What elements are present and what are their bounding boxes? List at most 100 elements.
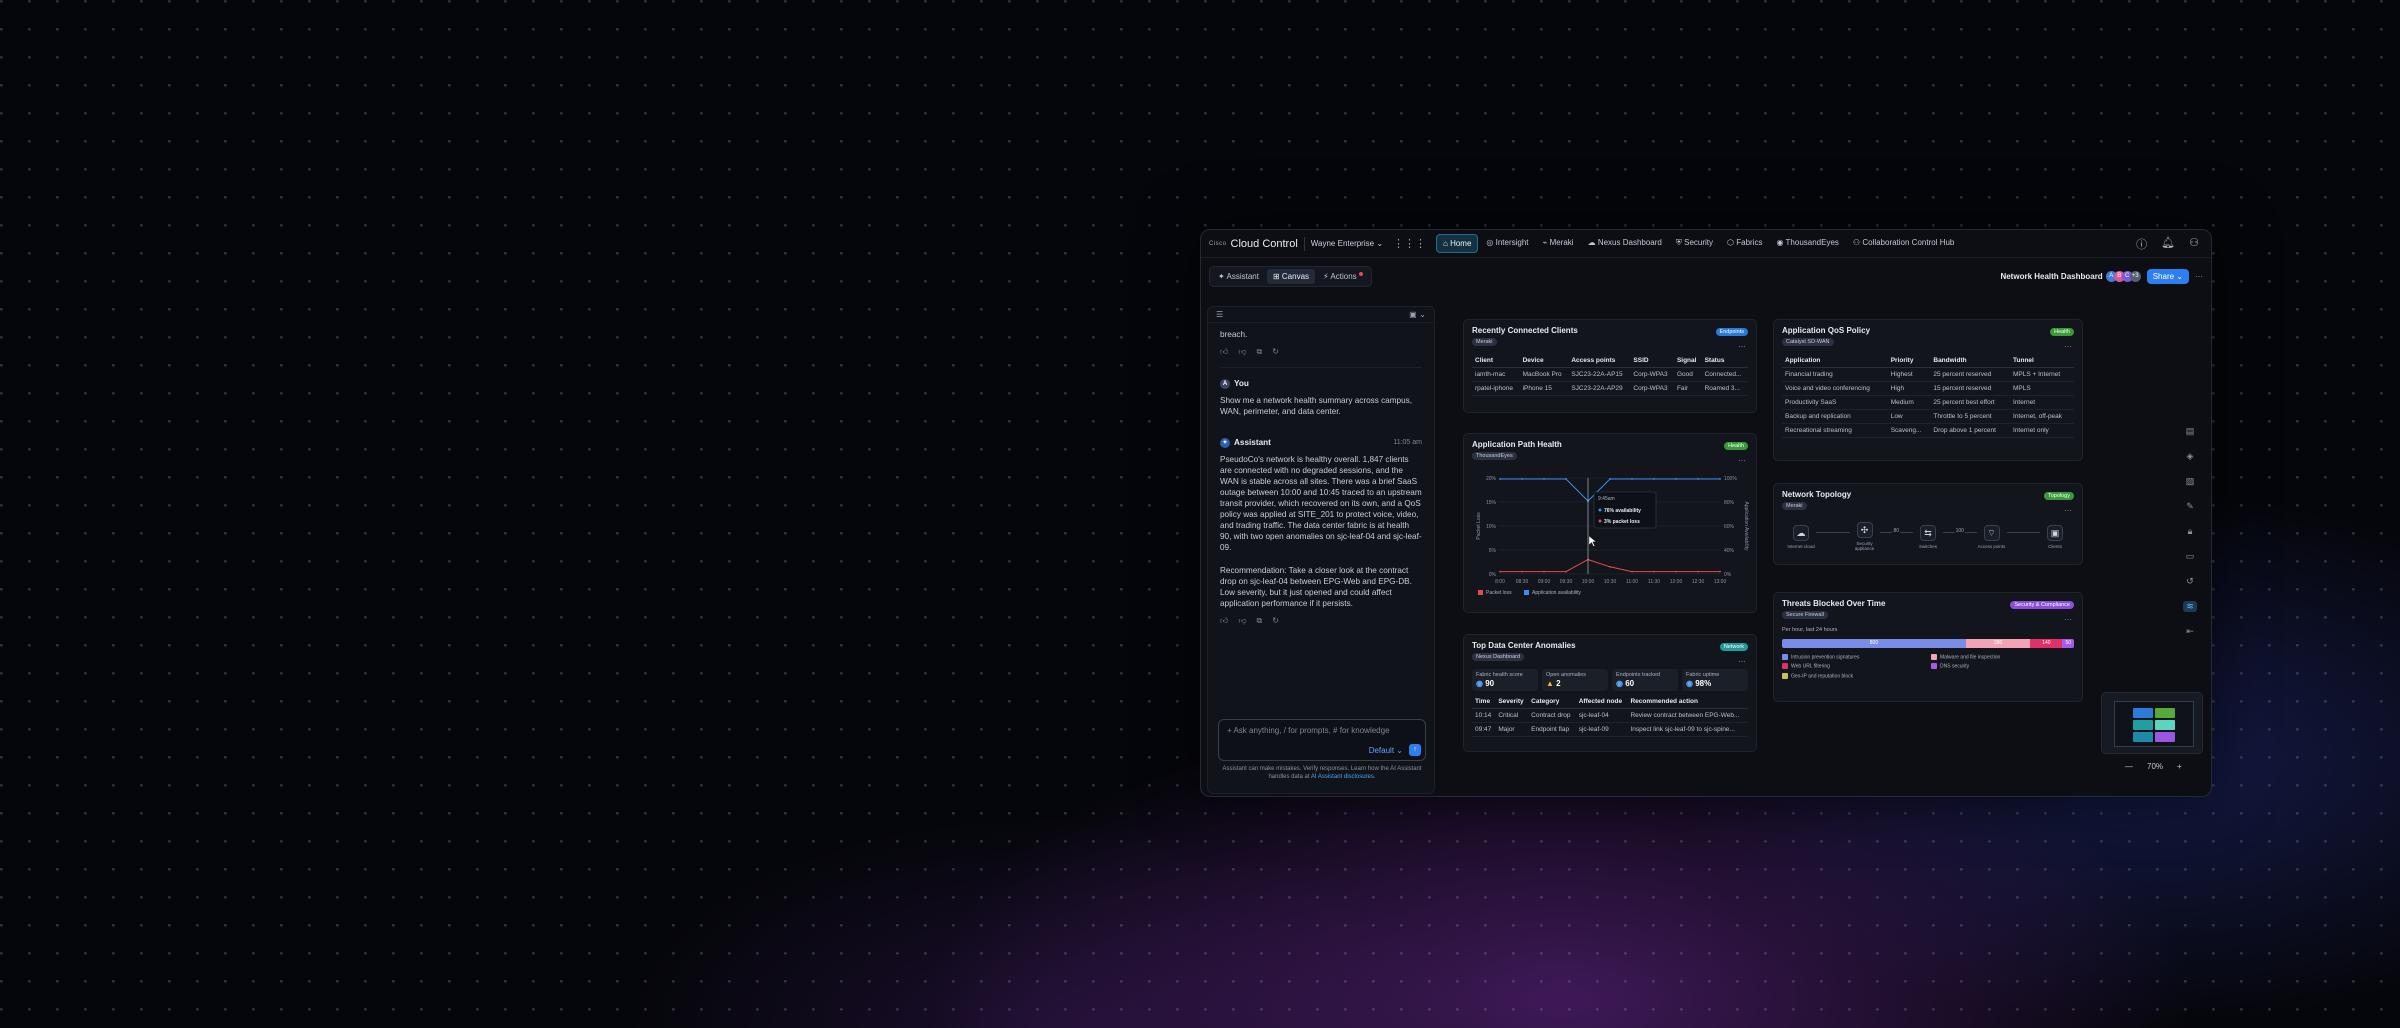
column-header[interactable]: Signal [1673,354,1702,368]
packet-loss-point[interactable] [1697,570,1699,573]
thumbs-down-icon[interactable]: 👎︎ [1238,615,1246,626]
topology-node[interactable]: ⌔ Access points [1977,524,2007,549]
topology-node[interactable]: ☁ Internet cloud [1786,524,1816,549]
table-row[interactable]: 09:47 Major Endpoint flap sjc-leaf-09 Inspec… [1472,722,1748,737]
mode-assistant[interactable]: ✦ Assistant [1212,269,1265,284]
copy-icon[interactable]: ⧉ [1257,346,1263,357]
tab-intersight[interactable]: ◎ Intersight [1480,234,1534,253]
packet-loss-point[interactable] [1543,570,1545,573]
more-options-icon[interactable]: ⋯ [2195,272,2203,281]
packet-loss-point[interactable] [1631,570,1633,573]
table-row[interactable]: iamth-mac MacBook Pro SJC23-22A-AP15 Corp-W… [1472,367,1748,382]
threat-segment[interactable]: 140 [2030,639,2063,648]
tab-collaboration-control-hub[interactable]: ⚇ Collaboration Control Hub [1847,234,1960,253]
packet-loss-point[interactable] [1719,570,1721,573]
column-header[interactable]: Access points [1568,354,1631,368]
topology-node[interactable]: ✣ Security appliance [1850,522,1880,551]
image-icon[interactable]: ▨ [2186,476,2195,487]
availability-point[interactable] [1653,478,1655,480]
collaborator-avatars[interactable]: A B C +3 [2105,270,2141,282]
pulse-icon[interactable]: ≋ [2183,601,2197,612]
threat-segment[interactable]: 280 [1965,639,2031,648]
menu-icon[interactable]: ☰ [1216,309,1223,320]
card-top-dc-anomalies[interactable]: Top Data Center Anomalies Nexus Dashboar… [1463,634,1757,752]
tab-thousandeyes[interactable]: ◉ ThousandEyes [1770,234,1844,253]
tab-fabrics[interactable]: ⬡ Fabrics [1721,234,1768,253]
collapse-icon[interactable]: ⇤ [2186,626,2194,637]
column-header[interactable]: Bandwidth [1930,354,2011,368]
packet-loss-point[interactable] [1565,570,1567,573]
packet-loss-point[interactable] [1675,570,1677,573]
column-header[interactable]: Time [1472,695,1496,709]
lock-icon[interactable]: 🔒︎ [2188,526,2193,537]
topology-node[interactable]: ⇆ Switches [1913,524,1943,549]
availability-point[interactable] [1609,478,1611,480]
packet-loss-point[interactable] [1609,565,1611,568]
history-icon[interactable]: ↺ [2186,576,2194,587]
card-application-qos-policy[interactable]: Application QoS Policy Catalyst SD-WAN H… [1773,319,2083,461]
availability-point[interactable] [1543,478,1545,480]
collaborator-avatar[interactable]: +3 [2129,271,2141,282]
threats-stacked-bar[interactable]: 800 280 140 50 [1782,639,2074,648]
more-options-icon[interactable]: ⋯ [2064,615,2072,624]
card-application-path-health[interactable]: Application Path Health ThousandEyes Hea… [1463,433,1757,613]
availability-point[interactable] [1565,478,1567,480]
column-header[interactable]: Category [1528,695,1576,709]
zoom-out-icon[interactable]: — [2125,762,2133,771]
disclosures-link[interactable]: AI Assistant disclosures. [1311,774,1376,780]
path-health-chart[interactable]: 20% 100%15% 80%10% 60%5% 40%0% 0%8:00 08:30 09:… [1470,470,1750,600]
availability-point[interactable] [1521,478,1523,480]
packet-loss-point[interactable] [1499,570,1501,573]
column-header[interactable]: Priority [1887,354,1931,368]
table-row[interactable]: Backup and replication Low Throttle to 5 p… [1782,409,2074,424]
packet-loss-point[interactable] [1521,570,1523,573]
notifications-icon[interactable]: 🔔︎ [2161,236,2175,252]
topology-node[interactable]: ▣ Clients [2040,524,2070,549]
help-icon[interactable]: ⓘ [2136,236,2147,252]
card-network-topology[interactable]: Network Topology Meraki Topology ⋯ ☁ Inte… [1773,483,2083,565]
user-profile-icon[interactable]: ⚇ [2189,236,2199,252]
chat-input[interactable]: + Ask anything, / for prompts, # for kno… [1218,719,1426,761]
more-options-icon[interactable]: ⋯ [1738,657,1746,666]
availability-point[interactable] [1631,478,1633,480]
org-selector[interactable]: Wayne Enterprise ⌄ [1311,239,1383,248]
pen-icon[interactable]: ✎ [2186,501,2194,512]
mode-canvas[interactable]: ⊞ Canvas [1266,268,1316,284]
zoom-in-icon[interactable]: + [2177,762,2182,771]
table-row[interactable]: 10:14 Critical Contract drop sjc-leaf-04 Rev… [1472,708,1748,723]
app-grid-icon[interactable]: ⋮⋮⋮ [1393,237,1426,250]
column-header[interactable]: Status [1701,354,1748,368]
app-logo[interactable]: Cisco Cloud Control [1209,238,1298,250]
card-threats-blocked[interactable]: Threats Blocked Over Time Secure Firewal… [1773,592,2083,702]
table-row[interactable]: Financial trading Highest 25 percent reser… [1782,367,2074,382]
tab-security[interactable]: ⛨ Security [1670,234,1719,253]
card-recently-connected-clients[interactable]: Recently Connected Clients Meraki Endpoi… [1463,319,1757,413]
add-icon[interactable]: + [1227,726,1232,735]
threat-segment[interactable]: 800 [1782,639,1966,648]
thumbs-up-icon[interactable]: 👍︎ [1220,346,1228,357]
series-packet-loss-line[interactable] [1500,559,1720,573]
more-options-icon[interactable]: ⋯ [2064,506,2072,515]
column-header[interactable]: Severity [1495,695,1529,709]
thumbs-down-icon[interactable]: 👎︎ [1238,346,1246,357]
canvas-minimap[interactable] [2101,692,2203,754]
availability-point[interactable] [1697,478,1699,480]
layers-icon[interactable]: ◈ [2187,451,2194,462]
table-row[interactable]: Voice and video conferencing High 15 perce… [1782,381,2074,396]
availability-point[interactable] [1719,478,1721,480]
more-options-icon[interactable]: ⋯ [1738,456,1746,465]
thumbs-up-icon[interactable]: 👍︎ [1220,615,1228,626]
panel-layout-icon[interactable]: ▣ ⌄ [1409,309,1426,320]
more-options-icon[interactable]: ⋯ [2064,342,2072,351]
table-row[interactable]: Productivity SaaS Medium 25 percent best e… [1782,395,2074,410]
copy-icon[interactable]: ⧉ [1257,615,1263,626]
regenerate-icon[interactable]: ↻ [1272,615,1279,626]
send-icon[interactable]: ↑ [1409,744,1421,756]
table-row[interactable]: Recreational streaming Scaveng... Drop abo… [1782,423,2074,438]
column-header[interactable]: Affected node [1575,695,1628,709]
document-icon[interactable]: ▭ [2186,551,2195,562]
column-header[interactable]: Tunnel [2010,354,2074,368]
mode-actions[interactable]: ⚡︎ Actions [1317,269,1369,284]
column-header[interactable]: Client [1472,354,1520,368]
availability-point[interactable] [1499,478,1501,480]
